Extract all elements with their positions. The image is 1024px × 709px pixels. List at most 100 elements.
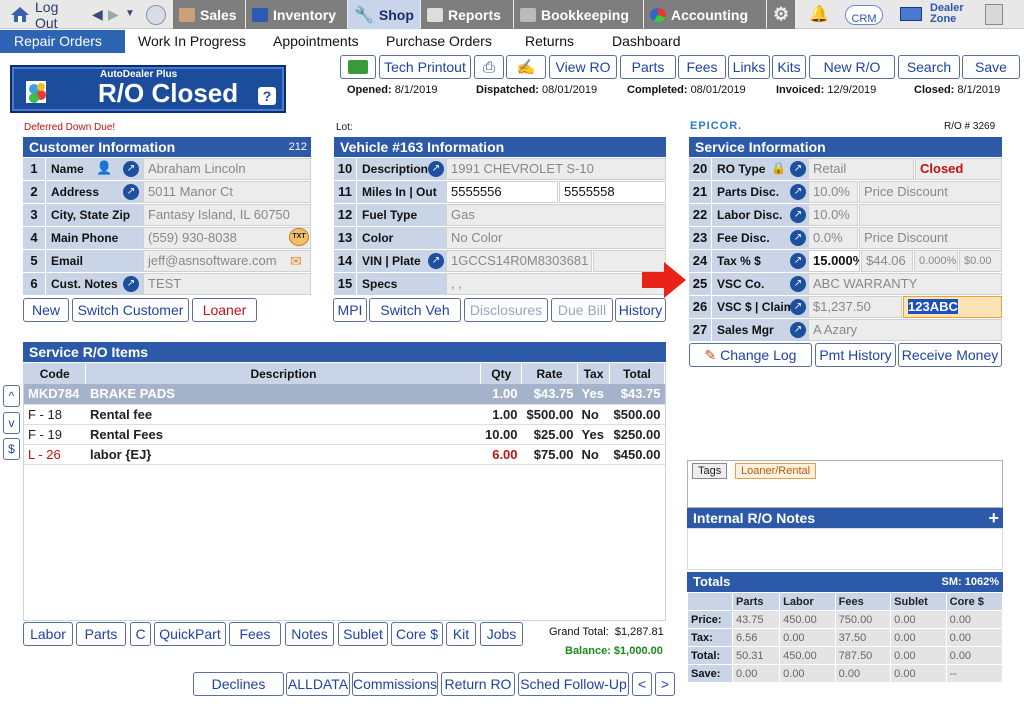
bell-icon[interactable]: 🔔: [809, 4, 829, 24]
move-down-button[interactable]: v: [3, 412, 20, 434]
user-avatar-icon[interactable]: [146, 5, 166, 25]
miles-in-field[interactable]: 5555556: [446, 181, 558, 203]
link-arrow-icon[interactable]: ↗: [790, 161, 806, 177]
link-arrow-icon[interactable]: ↗: [790, 207, 806, 223]
new-customer-button[interactable]: New: [23, 298, 69, 322]
tax2-percent-field[interactable]: 0.000%: [914, 250, 958, 272]
dealer-zone-link[interactable]: Dealer Zone: [930, 3, 964, 25]
color-field[interactable]: No Color: [446, 227, 666, 249]
parts-discount-type-field[interactable]: Price Discount: [859, 181, 1002, 203]
tab-sales[interactable]: Sales: [173, 0, 245, 29]
table-row[interactable]: F - 18 Rental fee 1.00 $500.00 No $500.0…: [24, 404, 665, 425]
next-button[interactable]: >: [655, 672, 675, 696]
alldata-button[interactable]: ALLDATA: [286, 672, 350, 696]
declines-button[interactable]: Declines: [193, 672, 284, 696]
c-button[interactable]: C: [130, 622, 151, 646]
change-log-button[interactable]: ✎ Change Log: [689, 343, 812, 367]
customer-notes-field[interactable]: TEST: [143, 273, 311, 295]
tab-shop[interactable]: 🔧 Shop: [348, 0, 420, 29]
specs-field[interactable]: , ,: [446, 273, 666, 295]
parts-discount-field[interactable]: 10.0%: [808, 181, 858, 203]
text-message-icon[interactable]: TXT: [289, 228, 309, 246]
tab-bookkeeping[interactable]: Bookkeeping: [514, 0, 643, 29]
sublet-button[interactable]: Sublet: [338, 622, 388, 646]
return-ro-button[interactable]: Return RO: [441, 672, 515, 696]
tab-inventory[interactable]: Inventory: [246, 0, 347, 29]
tax2-amount-field[interactable]: $0.00: [959, 250, 1002, 272]
back-arrow-icon[interactable]: ◀: [92, 6, 103, 23]
subnav-work-in-progress[interactable]: Work In Progress: [138, 30, 246, 53]
subnav-dashboard[interactable]: Dashboard: [612, 30, 681, 53]
labor-button[interactable]: Labor: [23, 622, 73, 646]
sales-manager-field[interactable]: A Azary: [808, 319, 1002, 341]
forward-arrow-icon[interactable]: ▶: [108, 6, 119, 23]
customer-address-field[interactable]: 5011 Manor Ct: [143, 181, 311, 203]
fee-discount-field[interactable]: 0.0%: [808, 227, 858, 249]
due-bill-button[interactable]: Due Bill: [551, 298, 613, 322]
add-person-icon[interactable]: 👤: [96, 160, 112, 176]
disclosures-button[interactable]: Disclosures: [464, 298, 548, 322]
links-button[interactable]: Links: [728, 55, 770, 79]
link-arrow-icon[interactable]: ↗: [428, 253, 444, 269]
table-row[interactable]: F - 19 Rental Fees 10.00 $25.00 Yes $250…: [24, 424, 665, 445]
core-button[interactable]: Core $: [391, 622, 443, 646]
tech-printout-button[interactable]: Tech Printout: [379, 55, 471, 79]
subnav-appointments[interactable]: Appointments: [273, 30, 359, 53]
switch-vehicle-button[interactable]: Switch Veh: [369, 298, 461, 322]
ro-status-field[interactable]: Closed: [915, 158, 1002, 180]
labor-discount-type-field[interactable]: [859, 204, 1002, 226]
link-arrow-icon[interactable]: ↗: [790, 230, 806, 246]
price-button[interactable]: $: [3, 438, 20, 460]
fees-button[interactable]: Fees: [229, 622, 281, 646]
tab-accounting[interactable]: Accounting: [644, 0, 766, 29]
miles-out-field[interactable]: 5555558: [559, 181, 666, 203]
move-up-button[interactable]: ^: [3, 385, 20, 407]
ro-type-field[interactable]: Retail: [808, 158, 914, 180]
vsc-amount-field[interactable]: $1,237.50: [808, 296, 902, 318]
loaner-rental-tag[interactable]: Loaner/Rental: [735, 463, 817, 479]
help-icon[interactable]: ?: [258, 87, 276, 105]
loaner-button[interactable]: Loaner: [192, 298, 257, 322]
notes-button[interactable]: Notes: [285, 622, 334, 646]
subnav-purchase-orders[interactable]: Purchase Orders: [386, 30, 492, 53]
commissions-button[interactable]: Commissions: [352, 672, 438, 696]
search-button[interactable]: Search: [898, 55, 960, 79]
settings-button[interactable]: ⚙: [767, 0, 795, 29]
internal-notes-area[interactable]: [687, 528, 1003, 570]
customer-name-field[interactable]: Abraham Lincoln: [143, 158, 311, 180]
parts-toolbar-button[interactable]: Parts: [620, 55, 676, 79]
link-arrow-icon[interactable]: ↗: [123, 161, 139, 177]
envelope-icon[interactable]: ✉: [290, 253, 302, 270]
jobs-button[interactable]: Jobs: [480, 622, 523, 646]
tax-amount-field[interactable]: $44.06: [861, 250, 913, 272]
vehicle-description-field[interactable]: 1991 CHEVROLET S-10: [446, 158, 666, 180]
customer-city-field[interactable]: Fantasy Island, IL 60750: [143, 204, 311, 226]
link-arrow-icon[interactable]: ↗: [790, 322, 806, 338]
customer-email-field[interactable]: jeff@asnsoftware.com: [143, 250, 311, 272]
kits-button[interactable]: Kits: [772, 55, 806, 79]
sched-follow-up-button[interactable]: Sched Follow-Up: [518, 672, 629, 696]
history-button[interactable]: History: [615, 298, 666, 322]
mpi-button[interactable]: MPI: [333, 298, 367, 322]
subnav-repair-orders[interactable]: Repair Orders: [0, 30, 125, 53]
parts-button[interactable]: Parts: [76, 622, 126, 646]
switch-customer-button[interactable]: Switch Customer: [72, 298, 189, 322]
link-arrow-icon[interactable]: ↗: [790, 276, 806, 292]
subnav-returns[interactable]: Returns: [525, 30, 574, 53]
view-ro-button[interactable]: View RO: [549, 55, 617, 79]
link-arrow-icon[interactable]: ↗: [123, 276, 139, 292]
quickpart-button[interactable]: QuickPart: [154, 622, 226, 646]
link-arrow-icon[interactable]: ↗: [790, 253, 806, 269]
tax-percent-field[interactable]: 15.000%: [808, 250, 860, 272]
link-arrow-icon[interactable]: ↗: [790, 299, 806, 315]
print-button[interactable]: ⎙: [474, 55, 504, 79]
sign-button[interactable]: ✍: [506, 55, 546, 79]
payment-history-button[interactable]: Pmt History: [815, 343, 896, 367]
table-row[interactable]: L - 26 labor {EJ} 6.00 $75.00 No $450.00: [24, 444, 665, 465]
fuel-type-field[interactable]: Gas: [446, 204, 666, 226]
fees-toolbar-button[interactable]: Fees: [678, 55, 726, 79]
labor-discount-field[interactable]: 10.0%: [808, 204, 858, 226]
link-arrow-icon[interactable]: ↗: [790, 184, 806, 200]
save-button[interactable]: Save: [962, 55, 1020, 79]
fee-discount-type-field[interactable]: Price Discount: [859, 227, 1002, 249]
